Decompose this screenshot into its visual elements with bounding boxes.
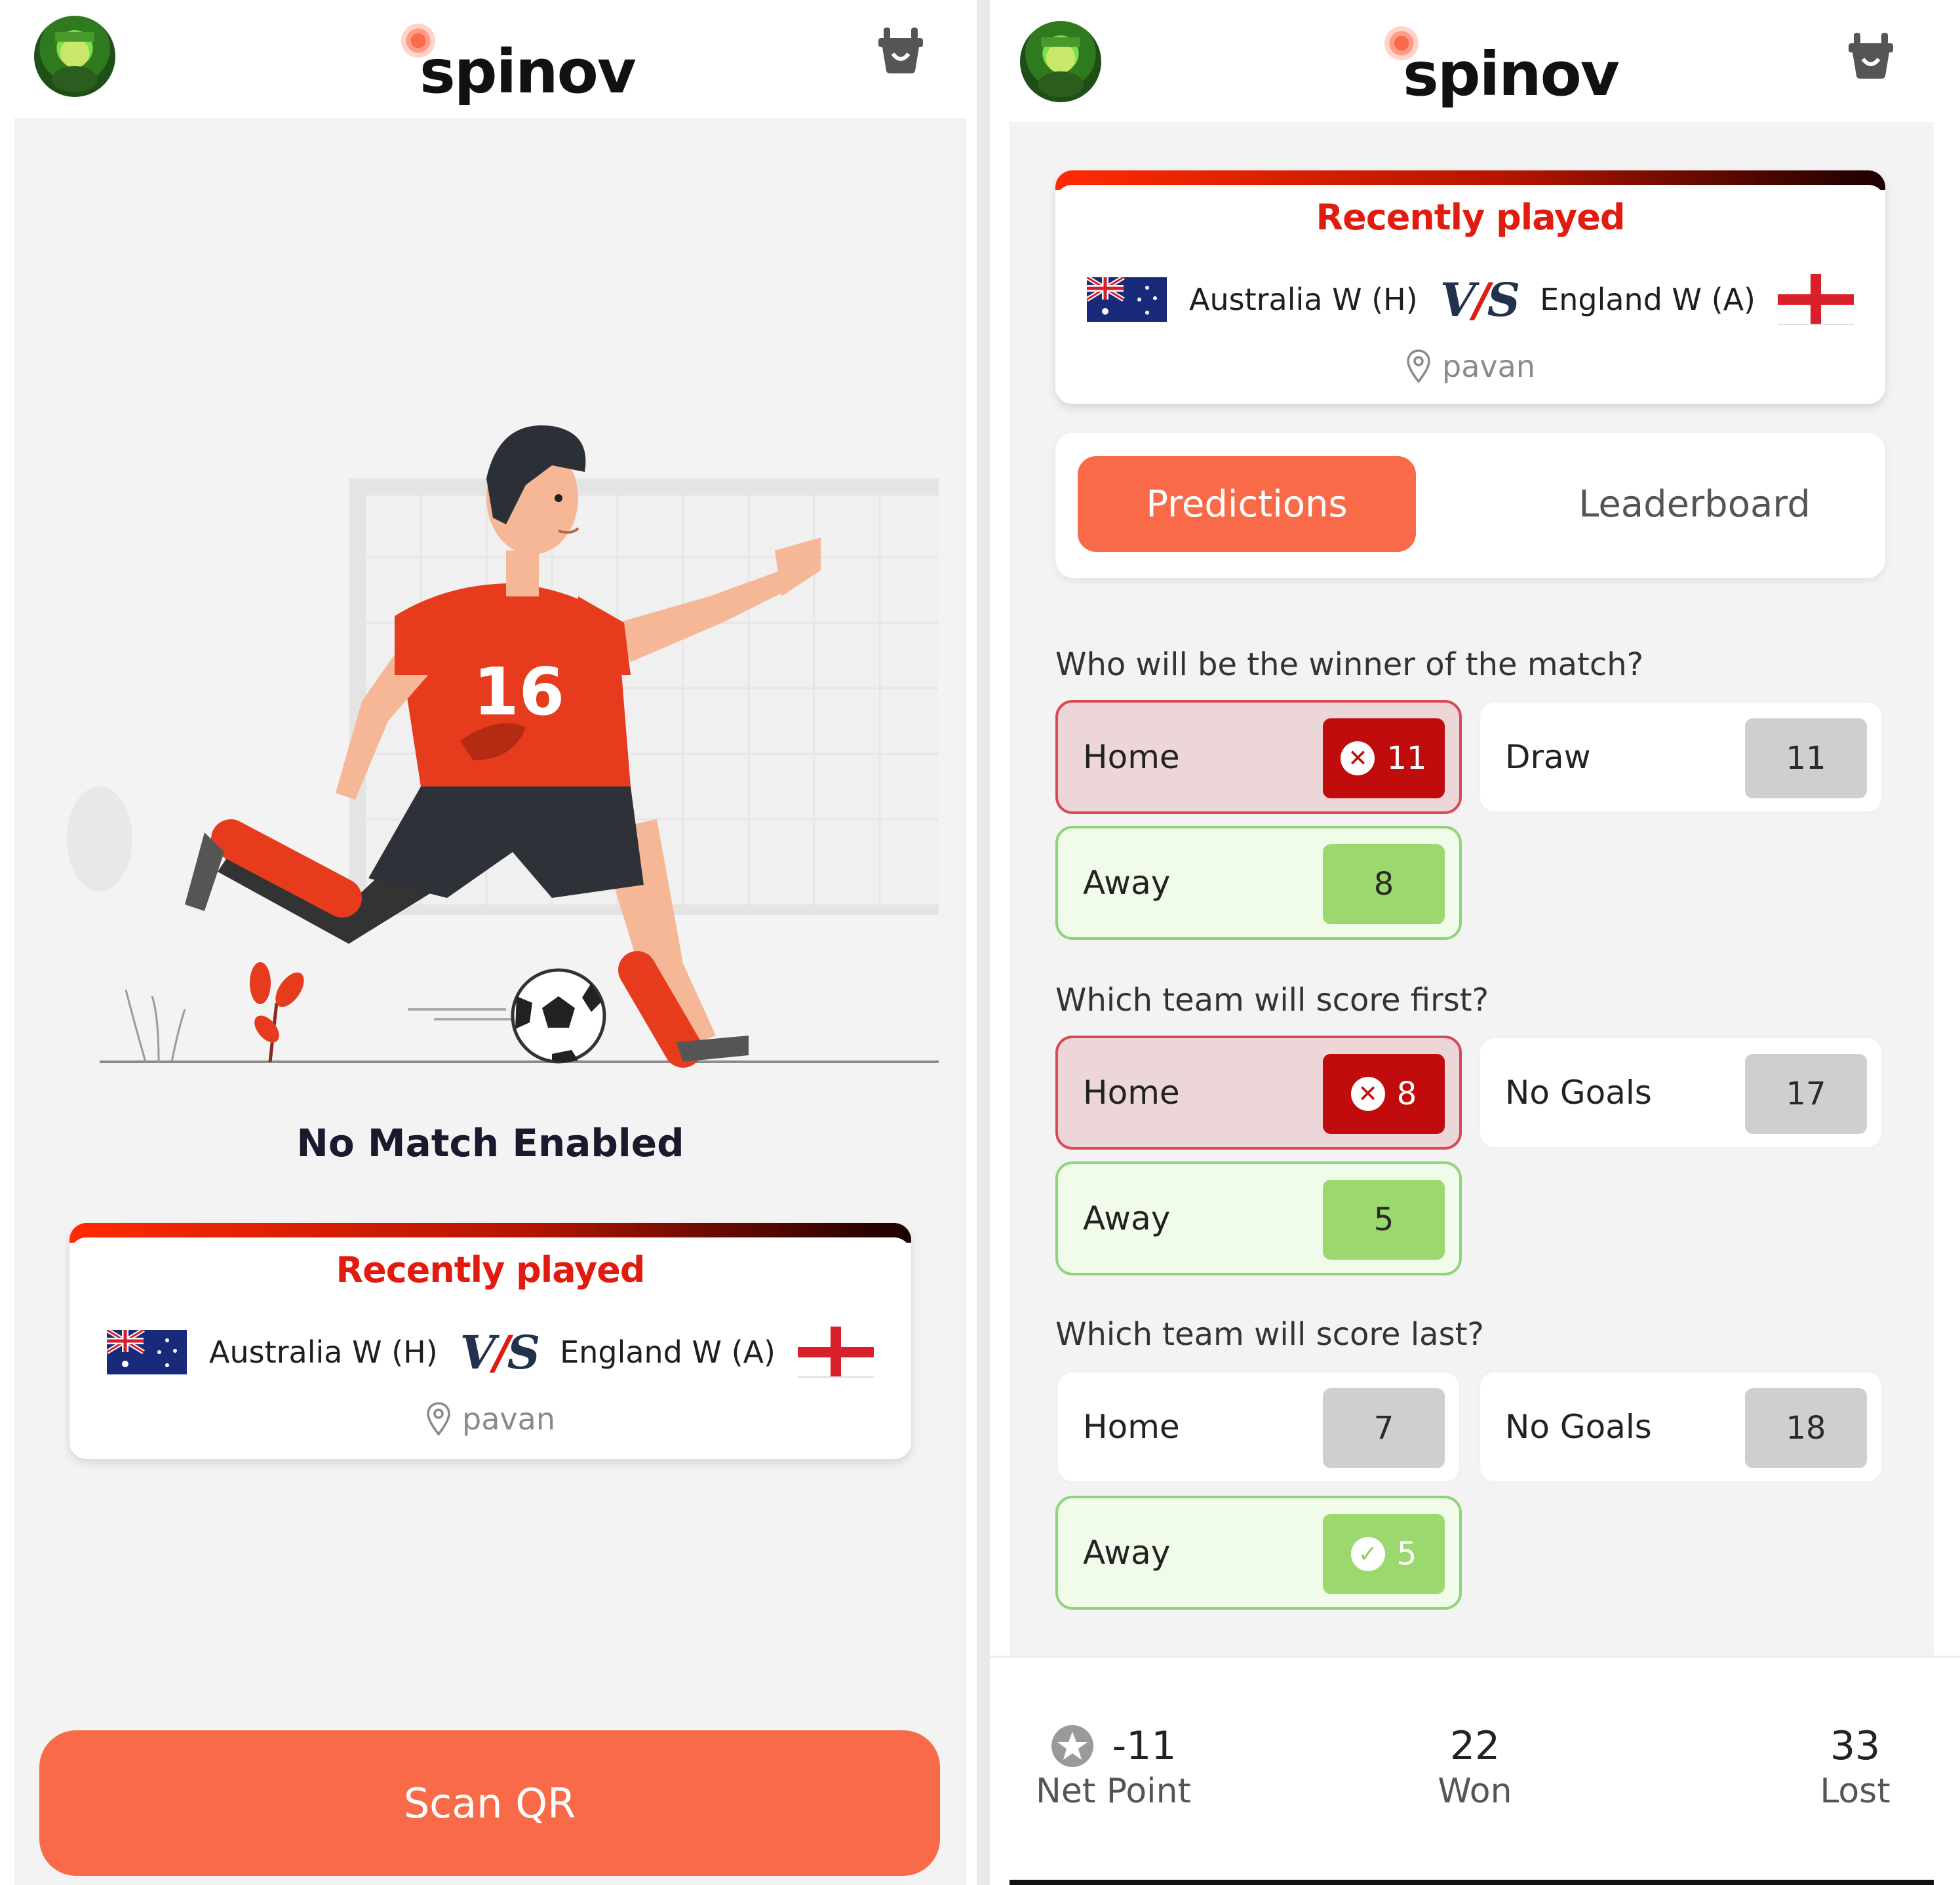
question-score-first: Which team will score first?	[1055, 982, 1489, 1019]
option-first-home[interactable]: Home ✕ 8	[1055, 1036, 1462, 1150]
option-count: 18	[1745, 1388, 1867, 1468]
option-count: 5	[1323, 1180, 1445, 1260]
away-team-name: England W (A)	[1540, 282, 1755, 317]
avatar-image	[1038, 37, 1084, 98]
avatar-image	[52, 31, 98, 92]
jersey-number: 16	[473, 653, 564, 730]
venue-name: pavan	[462, 1401, 555, 1437]
match-row: Australia W (H) V/S England W (A)	[1055, 270, 1885, 329]
tab-bar: Predictions Leaderboard	[1055, 433, 1885, 578]
option-first-no-goals[interactable]: No Goals 17	[1478, 1036, 1884, 1150]
recently-played-card[interactable]: Recently played Australia W (H) V/S Engl…	[69, 1223, 911, 1459]
app-logo: spinov	[401, 24, 637, 107]
avatar[interactable]	[34, 16, 115, 97]
versus-label: V/S	[460, 1325, 540, 1380]
app-logo: spinov	[1384, 26, 1620, 109]
net-point-value: -11	[1112, 1723, 1177, 1769]
home-team-name: Australia W (H)	[1189, 282, 1418, 317]
australia-flag-icon	[107, 1330, 187, 1374]
check-icon: ✓	[1350, 1537, 1385, 1571]
avatar[interactable]	[1020, 21, 1101, 102]
logo-text: spinov	[1403, 39, 1620, 109]
option-label: No Goals	[1505, 1408, 1652, 1446]
england-flag-icon	[797, 1327, 874, 1378]
option-label: Home	[1083, 1074, 1180, 1112]
option-count: 7	[1323, 1388, 1445, 1468]
australia-flag-icon	[1087, 277, 1167, 322]
recently-played-title: Recently played	[1316, 197, 1625, 238]
logo-mark-icon	[401, 24, 435, 58]
recently-played-card[interactable]: Recently played Australia W (H) V/S Engl…	[1055, 170, 1885, 404]
venue: pavan	[1055, 349, 1885, 384]
option-count: 8	[1323, 844, 1445, 924]
recently-played-title: Recently played	[336, 1249, 645, 1291]
option-count: 17	[1745, 1054, 1867, 1134]
away-team-name: England W (A)	[560, 1334, 775, 1370]
option-count: ✕ 8	[1323, 1054, 1445, 1134]
option-winner-home[interactable]: Home ✕ 11	[1055, 700, 1462, 814]
option-label: Away	[1083, 864, 1171, 902]
home-team-name: Australia W (H)	[209, 1334, 438, 1370]
wrong-x-icon: ✕	[1350, 1077, 1385, 1111]
match-row: Australia W (H) V/S England W (A)	[69, 1323, 911, 1382]
location-pin-icon	[1407, 349, 1430, 383]
app-header: spinov	[990, 0, 1960, 118]
option-winner-draw[interactable]: Draw 11	[1478, 700, 1884, 814]
home-indicator	[1009, 1880, 1934, 1885]
stat-net-point: -11 Net Point	[1036, 1723, 1191, 1811]
option-last-away[interactable]: Away ✓ 5	[1055, 1496, 1462, 1610]
versus-label: V/S	[1440, 272, 1520, 327]
option-count: 11	[1745, 718, 1867, 798]
stat-lost: 33 Lost	[1803, 1723, 1908, 1811]
lost-label: Lost	[1820, 1772, 1891, 1811]
option-label: No Goals	[1505, 1074, 1652, 1112]
logo-mark-icon	[1384, 26, 1419, 60]
location-pin-icon	[427, 1402, 450, 1436]
option-label: Away	[1083, 1534, 1171, 1572]
won-value: 22	[1449, 1723, 1500, 1769]
screen-divider	[977, 0, 990, 1885]
app-header: spinov	[0, 0, 977, 118]
option-label: Away	[1083, 1199, 1171, 1237]
basket-icon[interactable]	[874, 24, 927, 76]
question-score-last: Which team will score last?	[1055, 1316, 1484, 1353]
footballer-illustration: 16	[67, 425, 939, 1068]
venue: pavan	[69, 1401, 911, 1437]
left-content: 16 No Match Enabled Recently played Aust…	[14, 118, 966, 1885]
wrong-x-icon: ✕	[1341, 741, 1375, 775]
question-winner: Who will be the winner of the match?	[1055, 646, 1644, 683]
option-count: ✓ 5	[1323, 1514, 1445, 1594]
right-screen: spinov Recently played Australia W (H) V…	[990, 0, 1960, 1885]
option-count: ✕ 11	[1323, 718, 1445, 798]
logo-text: spinov	[420, 37, 637, 107]
right-content: Recently played Australia W (H) V/S Engl…	[1009, 122, 1934, 1656]
option-label: Draw	[1505, 738, 1591, 776]
option-last-home[interactable]: Home 7	[1055, 1370, 1462, 1484]
scan-qr-button[interactable]: Scan QR	[39, 1730, 940, 1876]
england-flag-icon	[1777, 274, 1854, 325]
star-badge-icon	[1051, 1725, 1094, 1767]
basket-icon[interactable]	[1845, 29, 1897, 81]
left-screen: spinov 16 No Match Enabled Recently play…	[0, 0, 977, 1885]
lost-value: 33	[1830, 1723, 1881, 1769]
option-first-away[interactable]: Away 5	[1055, 1161, 1462, 1275]
won-label: Won	[1438, 1772, 1512, 1811]
stat-won: 22 Won	[1409, 1723, 1540, 1811]
option-label: Home	[1083, 1408, 1180, 1446]
net-point-label: Net Point	[1036, 1772, 1191, 1811]
venue-name: pavan	[1442, 349, 1535, 384]
tab-predictions[interactable]: Predictions	[1078, 456, 1416, 552]
option-winner-away[interactable]: Away 8	[1055, 826, 1462, 940]
tab-leaderboard[interactable]: Leaderboard	[1527, 456, 1862, 552]
option-label: Home	[1083, 738, 1180, 776]
stats-bar: -11 Net Point 22 Won 33 Lost	[990, 1656, 1960, 1878]
option-last-no-goals[interactable]: No Goals 18	[1478, 1370, 1884, 1484]
no-match-message: No Match Enabled	[296, 1121, 684, 1165]
